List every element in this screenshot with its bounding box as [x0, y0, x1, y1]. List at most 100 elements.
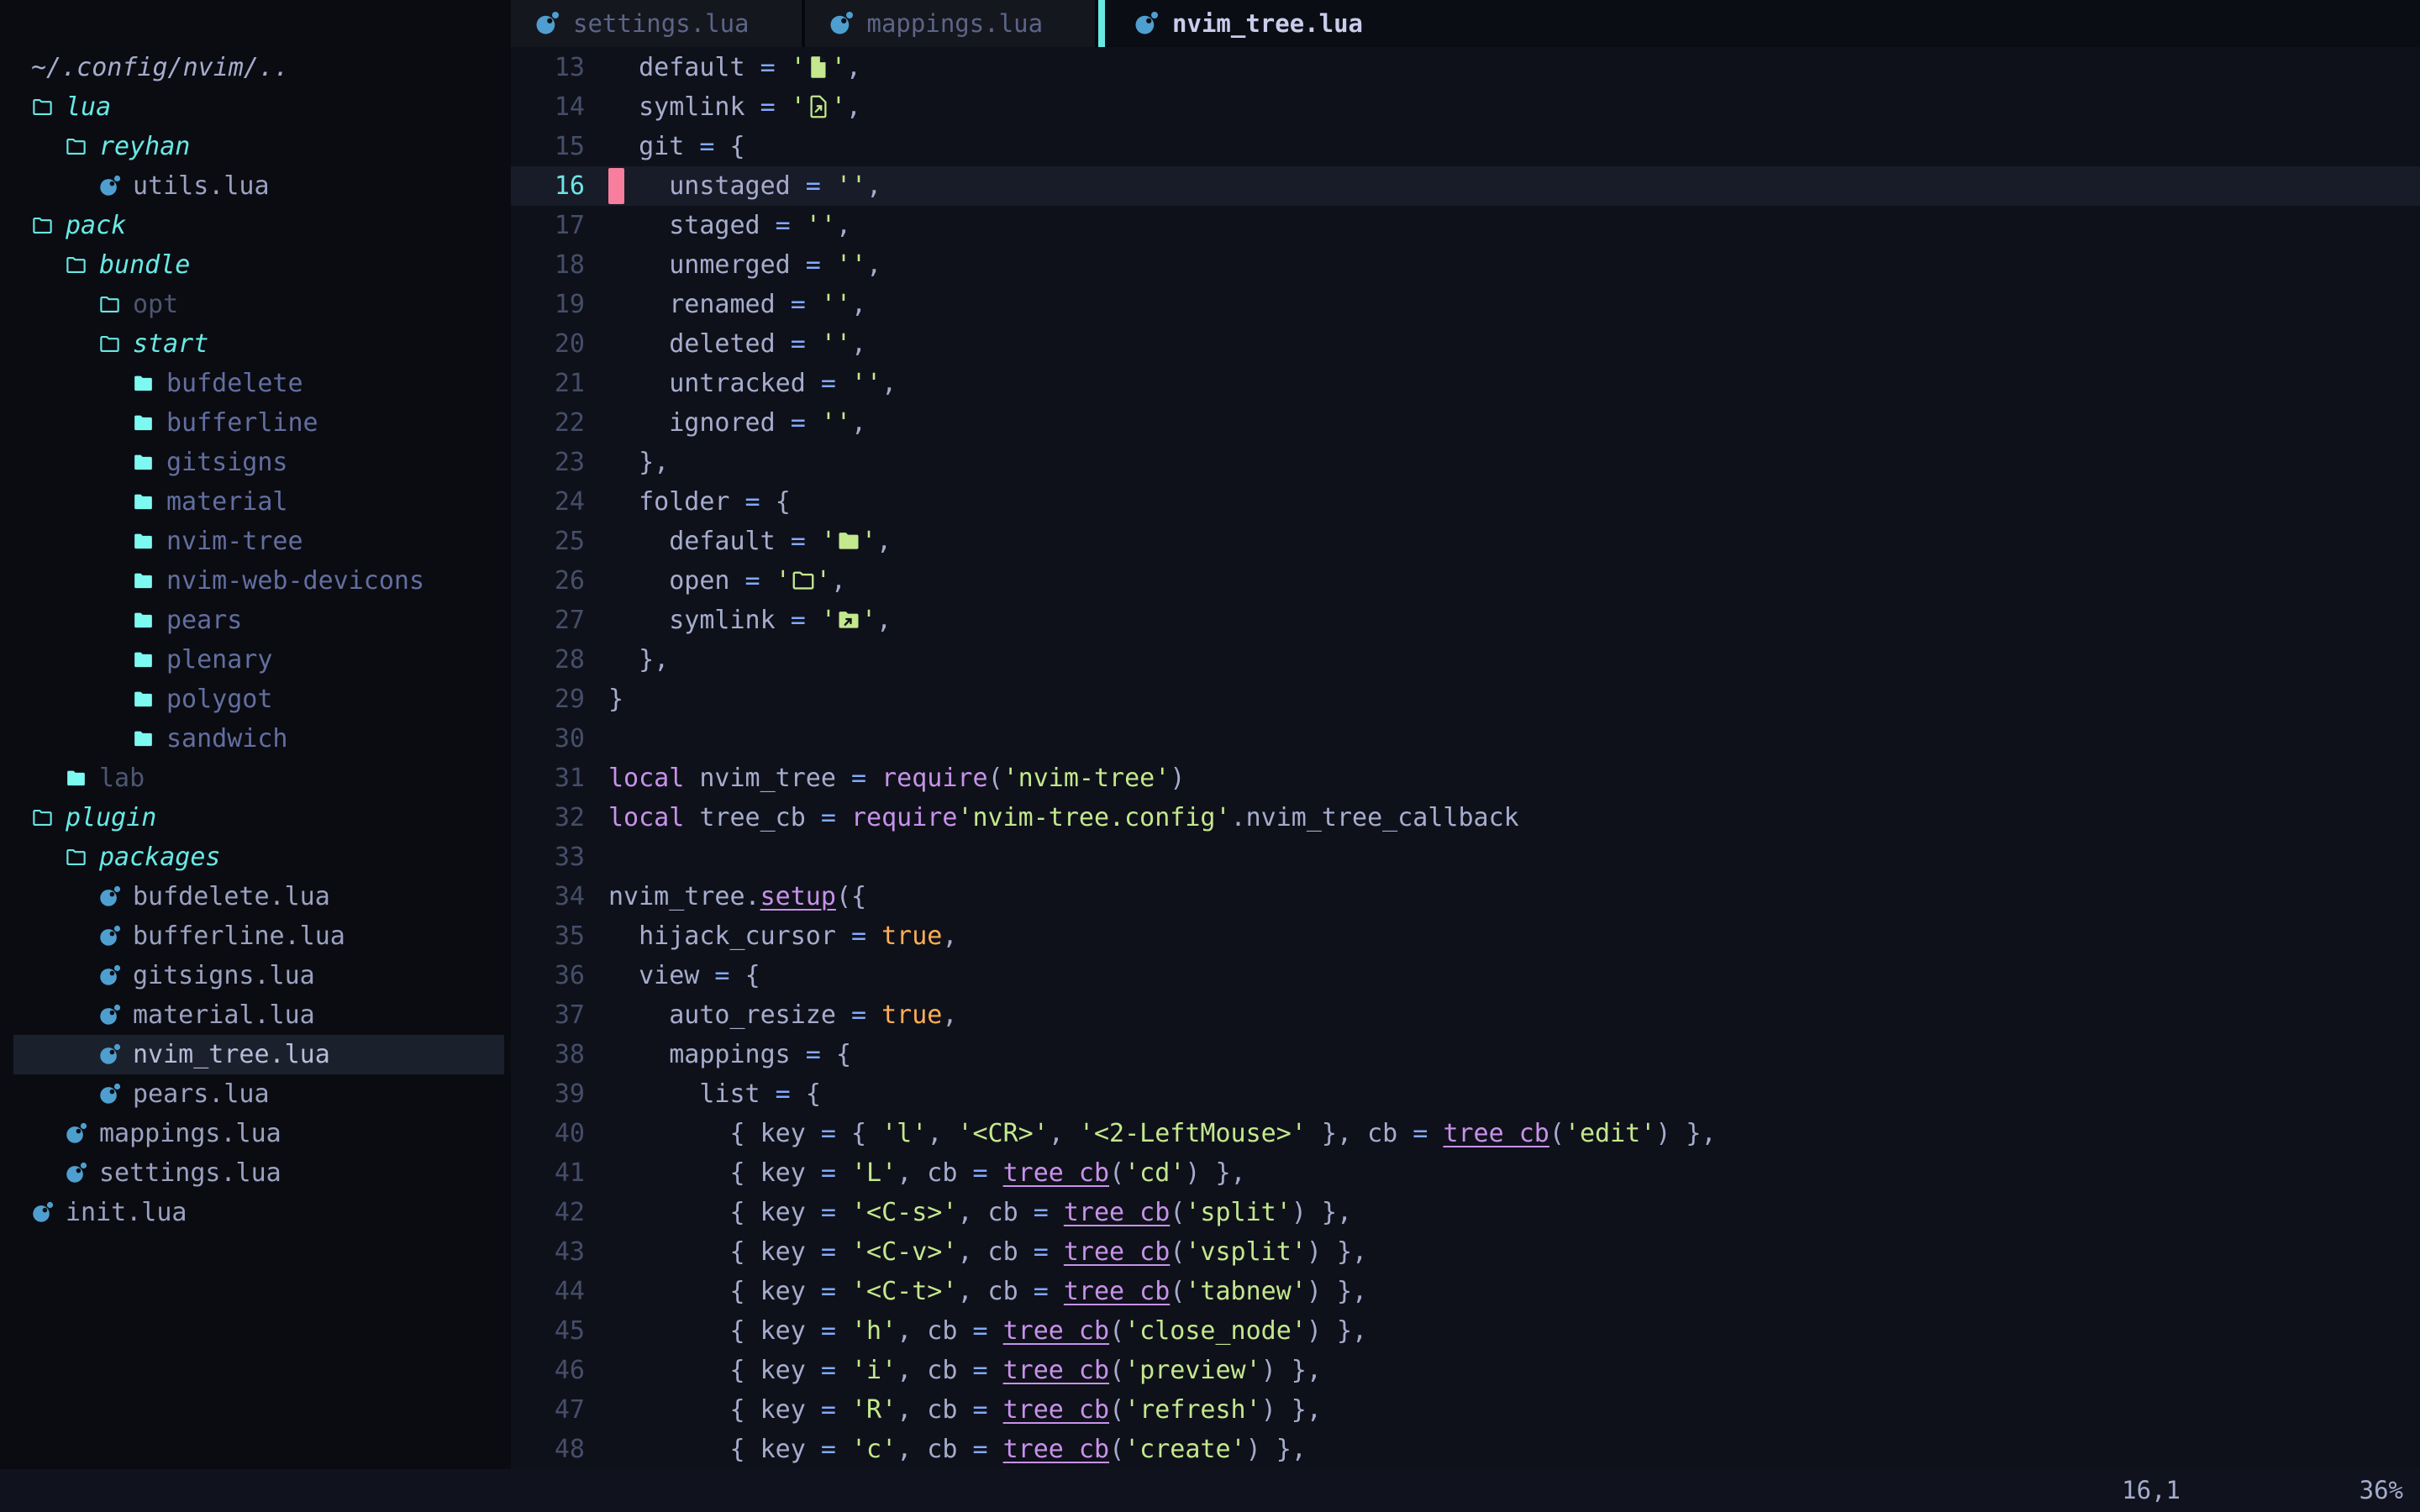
code-line-22[interactable]: 22 ignored = '',: [511, 403, 2420, 443]
code-line-28[interactable]: 28 },: [511, 640, 2420, 680]
code-line-43[interactable]: 43 { key = '<C-v>', cb = tree_cb('vsplit…: [511, 1232, 2420, 1272]
code-line-44[interactable]: 44 { key = '<C-t>', cb = tree_cb('tabnew…: [511, 1272, 2420, 1311]
tab-settings-lua[interactable]: settings.lua: [511, 0, 805, 47]
code-line-42[interactable]: 42 { key = '<C-s>', cb = tree_cb('split'…: [511, 1193, 2420, 1232]
code-line-16[interactable]: 16 unstaged = '',: [511, 166, 2420, 206]
tree-item-label: plugin: [66, 803, 156, 832]
token: ({: [836, 882, 866, 911]
code-line-48[interactable]: 48 { key = 'c', cb = tree_cb('create') }…: [511, 1430, 2420, 1469]
code-line-39[interactable]: 39 list = {: [511, 1074, 2420, 1114]
tree-item-material[interactable]: material: [0, 482, 511, 522]
tree-item-nvim-web-devicons[interactable]: nvim-web-devicons: [0, 561, 511, 601]
tree-item-pears[interactable]: pears: [0, 601, 511, 640]
tree-item-bufdelete[interactable]: bufdelete: [0, 364, 511, 403]
token: { key: [608, 1277, 806, 1306]
token: =: [730, 566, 776, 596]
code-line-35[interactable]: 35 hijack_cursor = true,: [511, 916, 2420, 956]
code-line-38[interactable]: 38 mappings = {: [511, 1035, 2420, 1074]
tree-item-sandwich[interactable]: sandwich: [0, 719, 511, 759]
lua-file-icon: [98, 1083, 121, 1105]
folder-open-icon: [31, 214, 54, 237]
folder-solid-icon: [836, 528, 861, 554]
tree-item-start[interactable]: start: [0, 324, 511, 364]
code-line-27[interactable]: 27 symlink = '',: [511, 601, 2420, 640]
tree-item-label: sandwich: [166, 724, 288, 753]
tree-item-utils-lua[interactable]: utils.lua: [0, 166, 511, 206]
code-line-45[interactable]: 45 { key = 'h', cb = tree_cb('close_node…: [511, 1311, 2420, 1351]
code-line-24[interactable]: 24 folder = {: [511, 482, 2420, 522]
tree-item-nvim-tree[interactable]: nvim-tree: [0, 522, 511, 561]
code-line-46[interactable]: 46 { key = 'i', cb = tree_cb('preview') …: [511, 1351, 2420, 1390]
token: (: [1109, 1316, 1124, 1346]
code-line-40[interactable]: 40 { key = { 'l', '<CR>', '<2-LeftMouse>…: [511, 1114, 2420, 1153]
code-line-17[interactable]: 17 staged = '',: [511, 206, 2420, 245]
code-line-21[interactable]: 21 untracked = '',: [511, 364, 2420, 403]
code-line-30[interactable]: 30: [511, 719, 2420, 759]
tree-item-gitsigns-lua[interactable]: gitsigns.lua: [0, 956, 511, 995]
code-line-33[interactable]: 33: [511, 837, 2420, 877]
code-line-41[interactable]: 41 { key = 'L', cb = tree_cb('cd') },: [511, 1153, 2420, 1193]
tree-item-bufdelete-lua[interactable]: bufdelete.lua: [0, 877, 511, 916]
code-line-32[interactable]: 32local tree_cb = require'nvim-tree.conf…: [511, 798, 2420, 837]
tree-item-gitsigns[interactable]: gitsigns: [0, 443, 511, 482]
tree-item-opt[interactable]: opt: [0, 285, 511, 324]
code-line-47[interactable]: 47 { key = 'R', cb = tree_cb('refresh') …: [511, 1390, 2420, 1430]
tree-item-polygot[interactable]: polygot: [0, 680, 511, 719]
token: (: [1109, 1435, 1124, 1464]
tree-item-bundle[interactable]: bundle: [0, 245, 511, 285]
tree-item-material-lua[interactable]: material.lua: [0, 995, 511, 1035]
code-line-29[interactable]: 29}: [511, 680, 2420, 719]
code-text: symlink = '',: [595, 87, 861, 127]
code-text: { key = { 'l', '<CR>', '<2-LeftMouse>' }…: [595, 1114, 1717, 1153]
code-line-36[interactable]: 36 view = {: [511, 956, 2420, 995]
tree-item-label: material: [166, 487, 288, 517]
token: 'i': [851, 1356, 897, 1385]
code-buffer[interactable]: 13 default = '',14 symlink = '',15 git =…: [511, 47, 2420, 1469]
tree-item-nvim-tree-lua[interactable]: nvim_tree.lua: [0, 1035, 511, 1074]
tree-item-pack[interactable]: pack: [0, 206, 511, 245]
code-line-37[interactable]: 37 auto_resize = true,: [511, 995, 2420, 1035]
code-line-15[interactable]: 15 git = {: [511, 127, 2420, 166]
code-line-34[interactable]: 34nvim_tree.setup({: [511, 877, 2420, 916]
folder-open-icon: [65, 135, 87, 158]
folder-open-icon: [65, 846, 87, 869]
code-line-19[interactable]: 19 renamed = '',: [511, 285, 2420, 324]
token: (: [1549, 1119, 1565, 1148]
token: tree_cb: [1003, 1316, 1109, 1346]
code-text: { key = '<C-s>', cb = tree_cb('split') }…: [595, 1193, 1352, 1232]
folder-closed-icon: [132, 688, 155, 711]
token: =: [836, 764, 881, 793]
tree-item-bufferline[interactable]: bufferline: [0, 403, 511, 443]
code-text: default = '',: [595, 48, 861, 87]
tab-nvim-tree-lua[interactable]: nvim_tree.lua: [1098, 0, 1397, 47]
line-number: 35: [511, 916, 595, 956]
token: 'c': [851, 1435, 897, 1464]
code-line-31[interactable]: 31local nvim_tree = require('nvim-tree'): [511, 759, 2420, 798]
code-line-25[interactable]: 25 default = '',: [511, 522, 2420, 561]
code-line-20[interactable]: 20 deleted = '',: [511, 324, 2420, 364]
code-line-23[interactable]: 23 },: [511, 443, 2420, 482]
code-line-26[interactable]: 26 open = '',: [511, 561, 2420, 601]
tree-item-lua[interactable]: lua: [0, 87, 511, 127]
token: tree_cb: [1443, 1119, 1549, 1148]
tree-item-bufferline-lua[interactable]: bufferline.lua: [0, 916, 511, 956]
tree-item-label: pears: [166, 606, 242, 635]
tree-item-reyhan[interactable]: reyhan: [0, 127, 511, 166]
token: =: [806, 1158, 851, 1188]
tree-item-lab[interactable]: lab: [0, 759, 511, 798]
tree-root-path[interactable]: ~/.config/nvim/..: [0, 48, 511, 87]
tab-mappings-lua[interactable]: mappings.lua: [805, 0, 1099, 47]
code-line-14[interactable]: 14 symlink = '',: [511, 87, 2420, 127]
token: { key: [608, 1198, 806, 1227]
folder-closed-icon: [132, 451, 155, 474]
tree-item-init-lua[interactable]: init.lua: [0, 1193, 511, 1232]
code-line-13[interactable]: 13 default = '',: [511, 48, 2420, 87]
tree-item-plugin[interactable]: plugin: [0, 798, 511, 837]
tree-item-settings-lua[interactable]: settings.lua: [0, 1153, 511, 1193]
tree-item-pears-lua[interactable]: pears.lua: [0, 1074, 511, 1114]
tree-item-mappings-lua[interactable]: mappings.lua: [0, 1114, 511, 1153]
tree-item-packages[interactable]: packages: [0, 837, 511, 877]
tree-item-plenary[interactable]: plenary: [0, 640, 511, 680]
code-line-18[interactable]: 18 unmerged = '',: [511, 245, 2420, 285]
token: ': [776, 566, 791, 596]
